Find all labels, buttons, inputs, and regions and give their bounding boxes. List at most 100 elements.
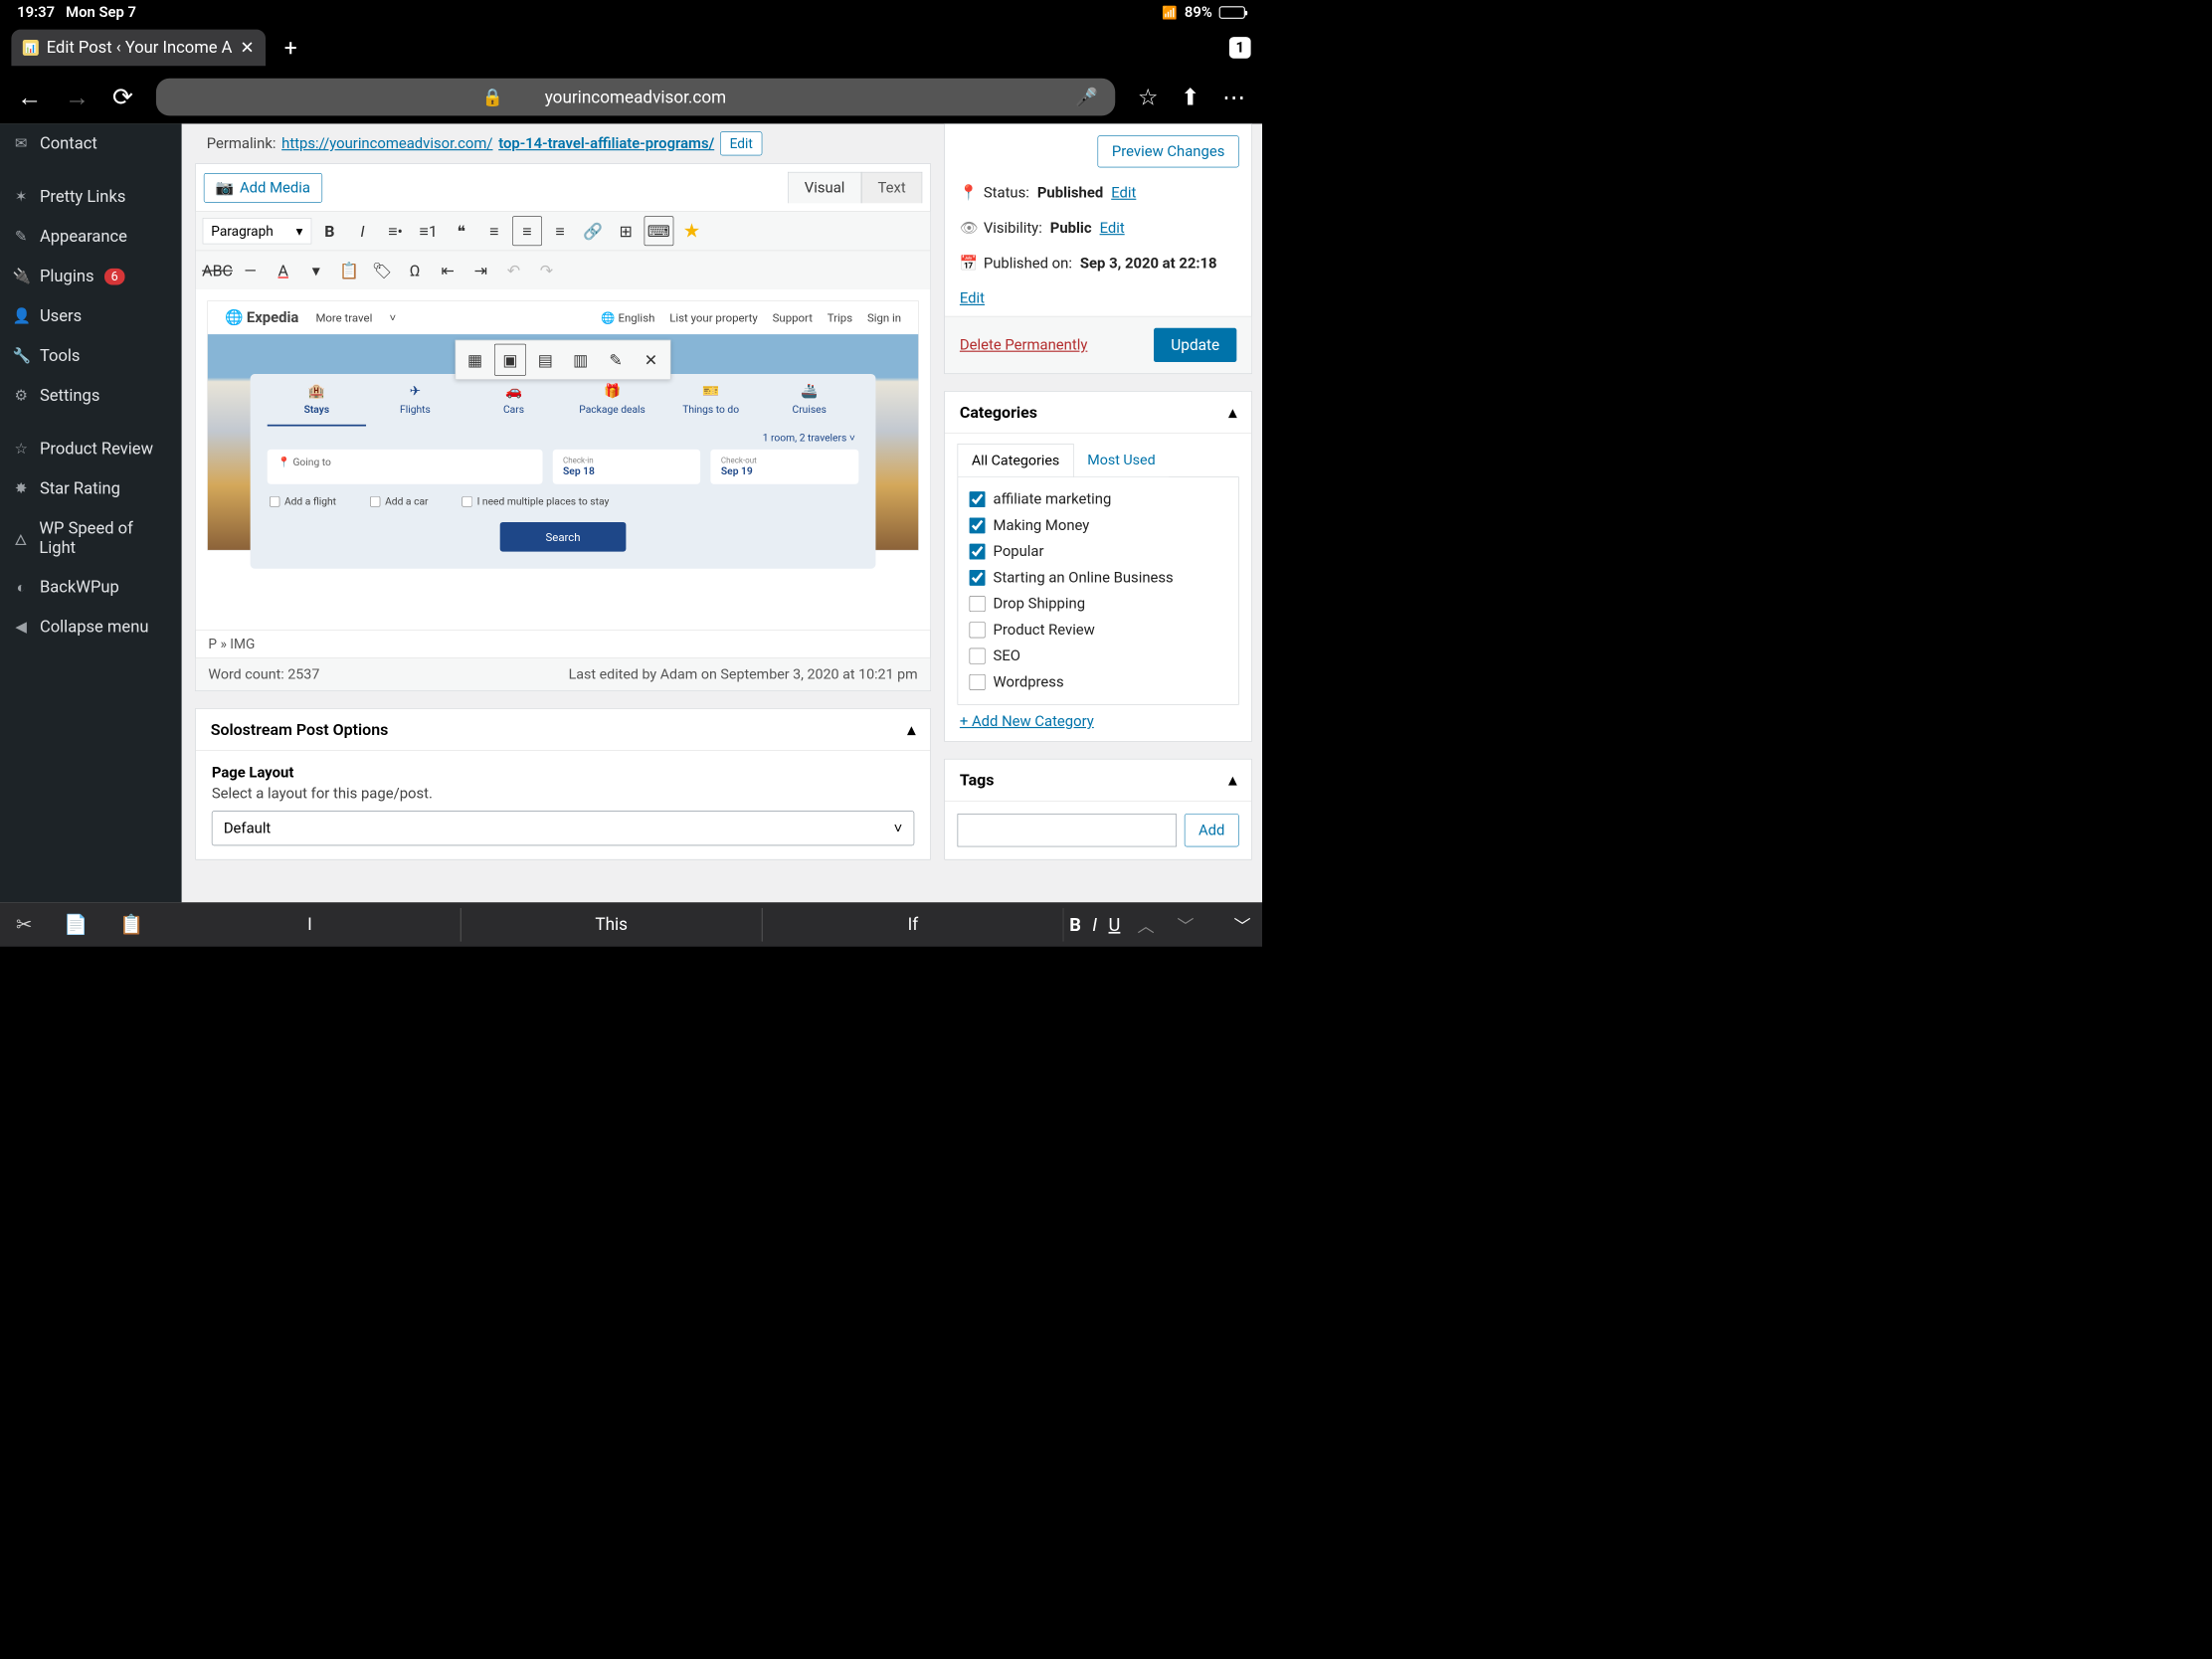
text-color-button[interactable]: A <box>269 256 298 285</box>
align-right-icon[interactable]: ▥ <box>565 344 597 376</box>
sidebar-item-pretty-links[interactable]: ✶Pretty Links <box>0 177 182 217</box>
back-button[interactable]: ← <box>17 83 42 112</box>
category-checkbox[interactable] <box>970 517 986 533</box>
category-seo[interactable]: SEO <box>970 643 1227 668</box>
collapse-icon[interactable]: ▴ <box>907 720 915 739</box>
align-left-icon[interactable]: ▤ <box>529 344 561 376</box>
all-categories-tab[interactable]: All Categories <box>958 444 1074 476</box>
mic-icon[interactable]: 🎤 <box>1075 87 1098 108</box>
permalink-base[interactable]: https://yourincomeadvisor.com/ <box>281 135 492 152</box>
sidebar-item-users[interactable]: 👤Users <box>0 296 182 336</box>
category-checkbox[interactable] <box>970 491 986 507</box>
align-right-button[interactable]: ≡ <box>545 216 575 246</box>
sidebar-item-settings[interactable]: ⚙Settings <box>0 376 182 416</box>
sidebar-item-contact[interactable]: ✉Contact <box>0 123 182 163</box>
kb-bold-icon[interactable]: B <box>1064 914 1087 936</box>
category-checkbox[interactable] <box>970 648 986 664</box>
align-center-icon[interactable]: ▣ <box>494 344 526 376</box>
add-tag-button[interactable]: Add <box>1185 814 1239 846</box>
browser-tab[interactable]: 📊 Edit Post ‹ Your Income A ✕ <box>11 30 266 67</box>
permalink-edit-button[interactable]: Edit <box>720 131 763 155</box>
bookmark-icon[interactable]: ☆ <box>1138 84 1158 110</box>
published-edit-link[interactable]: Edit <box>960 290 985 307</box>
remove-image-icon[interactable]: ✕ <box>636 344 667 376</box>
format-dropdown[interactable]: Paragraph▾ <box>203 218 311 244</box>
special-char-button[interactable]: Ω <box>400 256 430 285</box>
copy-icon[interactable]: 📄 <box>48 913 103 936</box>
kb-up-icon[interactable]: ︿ <box>1126 912 1166 937</box>
kb-down-icon[interactable]: ﹀ <box>1166 912 1205 937</box>
address-bar[interactable]: 🔒 yourincomeadvisor.com 🎤 <box>156 79 1115 116</box>
bold-button[interactable]: B <box>315 216 345 246</box>
delete-permanently-link[interactable]: Delete Permanently <box>960 336 1087 353</box>
kb-underline-icon[interactable]: U <box>1103 914 1126 936</box>
toolbar-toggle-button[interactable]: ⌨ <box>644 216 673 246</box>
collapse-icon[interactable]: ▴ <box>1228 403 1236 422</box>
new-tab-button[interactable]: + <box>277 35 304 62</box>
add-new-category-link[interactable]: + Add New Category <box>945 713 1251 742</box>
strikethrough-button[interactable]: ABC <box>203 256 233 285</box>
permalink-slug[interactable]: top-14-travel-affiliate-programs/ <box>498 135 714 152</box>
star-button[interactable]: ★ <box>677 216 707 246</box>
sidebar-item-appearance[interactable]: ✎Appearance <box>0 217 182 257</box>
suggestion-2[interactable]: This <box>461 908 762 942</box>
tag-input[interactable] <box>958 814 1177 846</box>
most-used-tab[interactable]: Most Used <box>1074 444 1170 476</box>
visibility-edit-link[interactable]: Edit <box>1100 220 1125 237</box>
visual-tab[interactable]: Visual <box>788 172 861 203</box>
category-starting-an-online-business[interactable]: Starting an Online Business <box>970 565 1227 591</box>
redo-button[interactable]: ↷ <box>532 256 562 285</box>
undo-button[interactable]: ↶ <box>499 256 529 285</box>
align-none-icon[interactable]: ▦ <box>460 344 491 376</box>
editor-content[interactable]: 🌐 Expedia More travel˅ 🌐 EnglishList you… <box>196 289 930 630</box>
sidebar-item-star-rating[interactable]: ✸Star Rating <box>0 468 182 508</box>
align-center-button[interactable]: ≡ <box>512 216 542 246</box>
link-button[interactable]: 🔗 <box>578 216 608 246</box>
tab-count-badge[interactable]: 1 <box>1229 37 1251 59</box>
insert-more-button[interactable]: ⊞ <box>611 216 641 246</box>
collapse-icon[interactable]: ▴ <box>1228 771 1236 790</box>
sidebar-item-plugins[interactable]: 🔌Plugins6 <box>0 257 182 296</box>
number-list-button[interactable]: ≡1 <box>414 216 444 246</box>
preview-changes-button[interactable]: Preview Changes <box>1098 135 1239 167</box>
category-checkbox[interactable] <box>970 622 986 638</box>
add-media-button[interactable]: 📷Add Media <box>204 173 322 203</box>
category-checkbox[interactable] <box>970 674 986 690</box>
reload-button[interactable]: ⟳ <box>112 83 133 112</box>
text-tab[interactable]: Text <box>861 172 922 203</box>
category-wordpress[interactable]: Wordpress <box>970 669 1227 695</box>
sidebar-item-tools[interactable]: 🔧Tools <box>0 336 182 376</box>
category-checkbox[interactable] <box>970 544 986 560</box>
paste-button[interactable]: 📋 <box>334 256 364 285</box>
category-popular[interactable]: Popular <box>970 538 1227 564</box>
edit-image-icon[interactable]: ✎ <box>600 344 632 376</box>
indent-button[interactable]: ⇥ <box>465 256 495 285</box>
category-making-money[interactable]: Making Money <box>970 512 1227 538</box>
outdent-button[interactable]: ⇤ <box>433 256 462 285</box>
sidebar-item-collapse-menu[interactable]: ◀Collapse menu <box>0 608 182 647</box>
paste-kb-icon[interactable]: 📋 <box>103 913 159 936</box>
category-checkbox[interactable] <box>970 596 986 612</box>
quote-button[interactable]: ❝ <box>447 216 476 246</box>
sidebar-item-product-review[interactable]: ☆Product Review <box>0 429 182 468</box>
text-color-chevron[interactable]: ▾ <box>301 256 331 285</box>
suggestion-1[interactable]: I <box>159 908 461 942</box>
category-drop-shipping[interactable]: Drop Shipping <box>970 591 1227 617</box>
clear-format-button[interactable]: 🏷 <box>367 256 397 285</box>
italic-button[interactable]: I <box>348 216 378 246</box>
category-checkbox[interactable] <box>970 570 986 586</box>
more-icon[interactable]: ⋯ <box>1222 84 1245 110</box>
status-edit-link[interactable]: Edit <box>1111 184 1136 201</box>
category-affiliate-marketing[interactable]: affiliate marketing <box>970 486 1227 512</box>
sidebar-item-wp-speed-of-light[interactable]: 🜂WP Speed of Light <box>0 508 182 567</box>
hr-button[interactable]: — <box>236 256 266 285</box>
kb-dismiss-icon[interactable]: ﹀ <box>1222 912 1262 937</box>
suggestion-3[interactable]: If <box>762 908 1063 942</box>
sidebar-item-backwpup[interactable]: ◐BackWPup <box>0 568 182 608</box>
page-layout-select[interactable]: Default˅ <box>212 811 914 845</box>
category-product-review[interactable]: Product Review <box>970 617 1227 643</box>
align-left-button[interactable]: ≡ <box>479 216 509 246</box>
kb-italic-icon[interactable]: I <box>1087 914 1103 936</box>
update-button[interactable]: Update <box>1154 328 1236 362</box>
close-tab-icon[interactable]: ✕ <box>240 38 254 58</box>
